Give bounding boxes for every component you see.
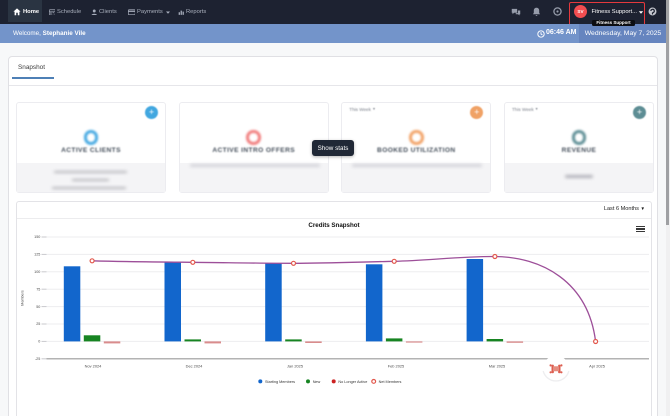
svg-text:75: 75 bbox=[36, 287, 40, 291]
svg-text:50: 50 bbox=[36, 305, 40, 309]
svg-text:100: 100 bbox=[34, 270, 40, 274]
svg-text:0: 0 bbox=[38, 340, 40, 344]
svg-text:Starting Members: Starting Members bbox=[265, 380, 295, 384]
svg-text:25: 25 bbox=[36, 322, 40, 326]
svg-text:Jan 2025: Jan 2025 bbox=[287, 364, 303, 369]
svg-text:Mar 2025: Mar 2025 bbox=[489, 364, 505, 369]
svg-text:Net Members: Net Members bbox=[379, 380, 402, 384]
svg-text:Apr 2025: Apr 2025 bbox=[589, 364, 605, 369]
svg-text:Members: Members bbox=[21, 290, 25, 306]
svg-text:-25: -25 bbox=[35, 357, 40, 361]
svg-text:No Longer Active: No Longer Active bbox=[338, 380, 367, 384]
svg-text:150: 150 bbox=[34, 235, 40, 239]
svg-text:Dec 2024: Dec 2024 bbox=[186, 364, 203, 369]
svg-text:125: 125 bbox=[34, 253, 40, 257]
svg-text:New: New bbox=[313, 380, 321, 384]
svg-text:Nov 2024: Nov 2024 bbox=[85, 364, 102, 369]
svg-text:Feb 2025: Feb 2025 bbox=[388, 364, 404, 369]
